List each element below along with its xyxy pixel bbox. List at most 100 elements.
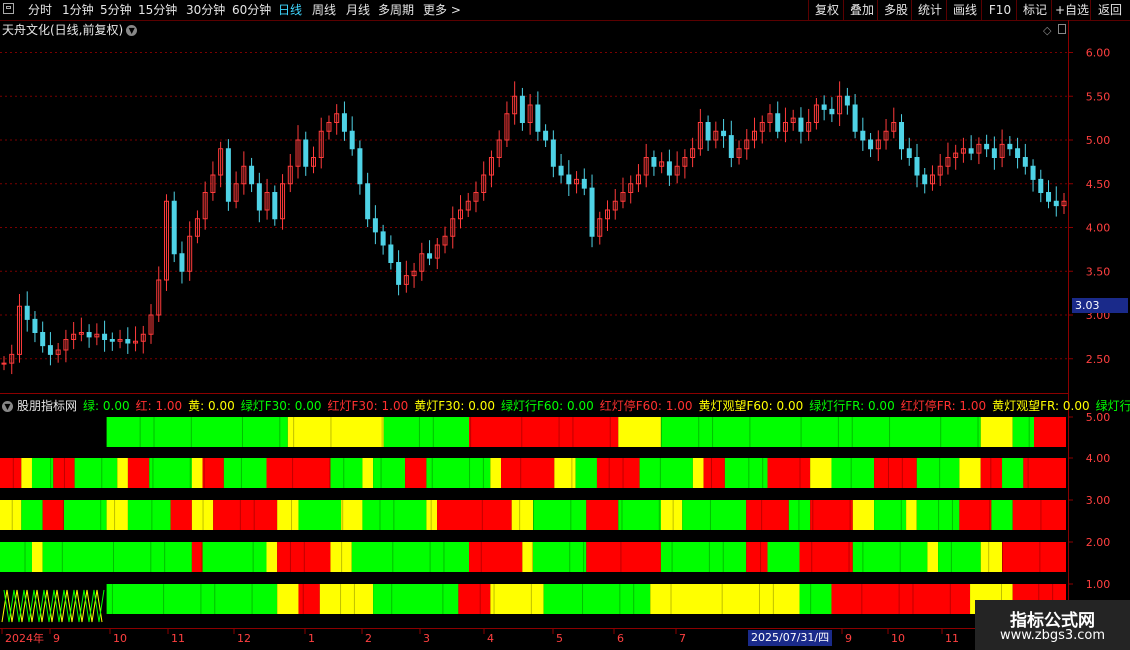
candle-body bbox=[1, 362, 7, 365]
signal-split bbox=[51, 417, 53, 447]
signal-split bbox=[711, 458, 713, 488]
signal-split bbox=[951, 500, 953, 530]
candle-body bbox=[914, 157, 920, 176]
signal-split bbox=[940, 417, 942, 447]
signal-segment bbox=[469, 417, 619, 447]
signal-segment bbox=[277, 584, 299, 614]
signal-split bbox=[749, 417, 751, 447]
signal-segment bbox=[906, 500, 917, 530]
signal-split bbox=[100, 500, 102, 530]
signal-split bbox=[1028, 417, 1030, 447]
candle-body bbox=[47, 345, 53, 355]
signal-split bbox=[12, 458, 14, 488]
signal-split bbox=[851, 417, 853, 447]
candle-body bbox=[225, 148, 231, 202]
candle-body bbox=[1030, 165, 1036, 180]
signal-split bbox=[240, 458, 242, 488]
time-axis-label: 6 bbox=[617, 632, 624, 645]
price-axis-label: 3.50 bbox=[1086, 265, 1111, 278]
price-axis-label: 2.50 bbox=[1086, 353, 1111, 366]
signal-segment bbox=[810, 458, 832, 488]
signal-split bbox=[849, 500, 851, 530]
signal-split bbox=[293, 417, 295, 447]
signal-split bbox=[330, 417, 332, 447]
candle-body bbox=[341, 113, 347, 132]
signal-split bbox=[11, 500, 13, 530]
signal-segment bbox=[724, 458, 768, 488]
signal-segment bbox=[874, 458, 917, 488]
signal-split bbox=[153, 417, 155, 447]
candle-body bbox=[821, 104, 827, 110]
signal-segment bbox=[799, 542, 853, 572]
candle-body bbox=[798, 117, 804, 132]
signal-split bbox=[762, 458, 764, 488]
signal-split bbox=[279, 417, 281, 447]
signal-segment bbox=[127, 458, 150, 488]
signal-segment bbox=[202, 542, 267, 572]
signal-split bbox=[761, 500, 763, 530]
signal-segment bbox=[191, 458, 203, 488]
signal-segment bbox=[458, 584, 491, 614]
price-axis-label: 6.00 bbox=[1086, 47, 1111, 60]
signal-split bbox=[708, 542, 710, 572]
signal-segment bbox=[852, 500, 875, 530]
price-axis-label: 5.00 bbox=[1086, 134, 1111, 147]
signal-split bbox=[62, 500, 64, 530]
signal-split bbox=[418, 417, 420, 447]
signal-split bbox=[898, 584, 900, 614]
time-axis-label: 4 bbox=[487, 632, 494, 645]
time-axis-label: 10 bbox=[891, 632, 905, 645]
signal-segment bbox=[767, 542, 800, 572]
signal-split bbox=[1027, 458, 1029, 488]
signal-split bbox=[949, 584, 951, 614]
chevron-down-icon[interactable]: ▼ bbox=[2, 401, 13, 412]
signal-split bbox=[241, 417, 243, 447]
signal-split bbox=[799, 458, 801, 488]
panel-divider[interactable] bbox=[0, 393, 1068, 394]
signal-segment bbox=[767, 458, 811, 488]
time-axis-label: 12 bbox=[237, 632, 251, 645]
time-axis-label: 11 bbox=[945, 632, 959, 645]
signal-split bbox=[0, 417, 1, 447]
candle-body bbox=[968, 148, 974, 154]
signal-split bbox=[152, 458, 154, 488]
signal-segment bbox=[63, 500, 107, 530]
candle-body bbox=[922, 174, 928, 185]
candle-body bbox=[249, 165, 255, 185]
signal-split bbox=[889, 417, 891, 447]
signal-segment bbox=[341, 500, 363, 530]
signal-split bbox=[201, 542, 203, 572]
candle-body bbox=[728, 135, 734, 158]
candle-body bbox=[868, 139, 874, 150]
signal-split bbox=[850, 458, 852, 488]
signal-split bbox=[989, 500, 991, 530]
price-axis-label: 4.00 bbox=[1086, 222, 1111, 235]
signal-split bbox=[571, 458, 573, 488]
signal-split bbox=[292, 458, 294, 488]
signal-segment bbox=[831, 584, 971, 614]
signal-segment bbox=[746, 542, 768, 572]
candle-body bbox=[558, 165, 564, 176]
signal-split bbox=[189, 458, 191, 488]
signal-split bbox=[811, 542, 813, 572]
signal-segment bbox=[692, 458, 704, 488]
indicator-axis-label: 4.00 bbox=[1086, 452, 1111, 465]
time-axis-label: 10 bbox=[113, 632, 127, 645]
signal-split bbox=[620, 542, 622, 572]
signal-split bbox=[1039, 542, 1041, 572]
indicator-readout: 黄: 0.00 bbox=[188, 399, 235, 413]
candle-body bbox=[721, 130, 727, 137]
price-axis-label: 5.50 bbox=[1086, 90, 1111, 103]
watermark-url: www.zbgs3.com bbox=[999, 628, 1106, 643]
signal-segment bbox=[74, 458, 118, 488]
signal-split bbox=[533, 500, 534, 530]
indicator-axis-label: 2.00 bbox=[1086, 536, 1111, 549]
candle-body bbox=[535, 104, 541, 132]
signal-segment bbox=[383, 417, 470, 447]
signal-segment bbox=[554, 458, 576, 488]
signal-split bbox=[988, 542, 990, 572]
signal-split bbox=[431, 458, 433, 488]
candle-body bbox=[179, 253, 185, 272]
indicator-axis-label: 1.00 bbox=[1086, 578, 1111, 591]
signal-segment bbox=[660, 417, 981, 447]
